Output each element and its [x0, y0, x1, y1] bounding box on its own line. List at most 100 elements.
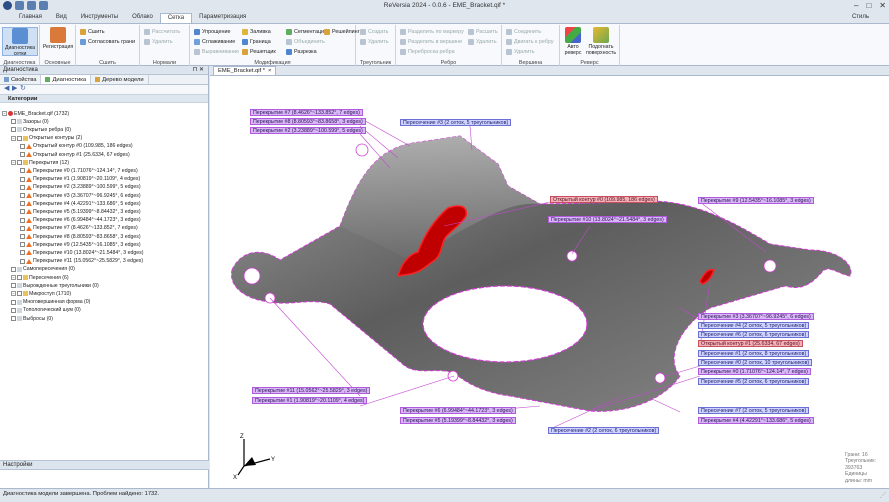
- tree-item[interactable]: − EME_Bracket.qif (1732): [2, 110, 69, 117]
- tree-item[interactable]: − Перекрытия (12): [11, 159, 69, 166]
- tab-cloud[interactable]: Облако: [125, 13, 160, 23]
- tree-checkbox[interactable]: [20, 209, 25, 215]
- style-dropdown[interactable]: Стиль: [852, 14, 869, 20]
- expand-toggle-icon[interactable]: −: [11, 160, 16, 166]
- tree-item[interactable]: Открытый контур #1 (25.6334, 67 edges): [20, 151, 130, 158]
- compute-normals-button[interactable]: Рассчитать: [144, 28, 180, 36]
- close-icon[interactable]: ✕: [879, 1, 886, 10]
- document-tab[interactable]: EME_Bracket.qif * ×: [213, 66, 277, 75]
- tree-checkbox[interactable]: [20, 217, 25, 223]
- tree-checkbox[interactable]: [17, 160, 22, 166]
- tree-item[interactable]: Зазоры (0): [11, 118, 49, 125]
- tree-checkbox[interactable]: [20, 201, 25, 207]
- label-overlap-1[interactable]: Перекрытие #1 (1.90819°~20.1109°, 4 edge…: [252, 397, 368, 404]
- tree-item[interactable]: Перекрытие #0 (1.71076°~124.14°, 7 edges…: [20, 167, 138, 174]
- tree-checkbox[interactable]: [20, 193, 25, 198]
- connect-button[interactable]: Соединить: [506, 28, 541, 36]
- tab-home[interactable]: Главная: [12, 13, 49, 23]
- label-intersection-2[interactable]: Пересечение #2 (2 сеток, 6 треугольников…: [548, 427, 660, 434]
- tree-item[interactable]: Перекрытие #8 (8.80593°~83.8658°, 3 edge…: [20, 233, 141, 240]
- auto-reverse-button[interactable]: Авто реверс: [562, 27, 584, 56]
- tree-checkbox[interactable]: [11, 299, 16, 305]
- label-overlap-2[interactable]: Перекрытие #2 (3.23889°~100.599°, 5 edge…: [250, 127, 366, 134]
- tree-item[interactable]: Открытые ребра (0): [11, 126, 71, 133]
- label-open-contour-0[interactable]: Открытый контур #0 (109.985, 186 edges): [550, 196, 658, 203]
- label-intersection-7[interactable]: Пересечение #7 (2 сеток, 5 треугольников…: [698, 407, 810, 414]
- tree-item[interactable]: − Микроступ (1710): [11, 290, 71, 297]
- tree-item[interactable]: Вырожденные треугольники (0): [11, 282, 99, 289]
- tree-item[interactable]: Перекрытие #10 (13.8024°~21.5484°, 3 edg…: [20, 249, 143, 256]
- tab-parametrization[interactable]: Параметризация: [192, 13, 253, 23]
- tab-diagnostics[interactable]: Диагностика: [41, 75, 92, 84]
- tab-tools[interactable]: Инструменты: [74, 13, 125, 23]
- label-open-contour-1[interactable]: Открытый контур #1 (25.6334, 67 edges): [698, 340, 803, 347]
- expand-toggle-icon[interactable]: −: [11, 135, 16, 141]
- tree-item[interactable]: − Пересечения (6): [11, 274, 69, 281]
- tree-checkbox[interactable]: [17, 275, 22, 280]
- delete-edge-button[interactable]: Удалить: [468, 38, 497, 46]
- tree-item[interactable]: Самопересечения (0): [11, 266, 75, 273]
- tree-checkbox[interactable]: [11, 307, 16, 313]
- tree-item[interactable]: Открытый контур #0 (109.985, 186 edges): [20, 143, 133, 150]
- label-overlap-4[interactable]: Перекрытие #4 (4.42291°~133.686°, 5 edge…: [698, 417, 814, 424]
- minimize-icon[interactable]: –: [854, 1, 858, 10]
- simplify-button[interactable]: Упрощение: [194, 28, 230, 36]
- 3d-viewport[interactable]: Перекрытие #7 (8.4626°~133.852°, 7 edges…: [210, 75, 889, 488]
- tree-item[interactable]: Перекрытие #2 (3.23889°~100.599°, 5 edge…: [20, 184, 141, 191]
- tree-item[interactable]: Перекрытие #7 (8.4626°~133.852°, 7 edges…: [20, 225, 138, 232]
- tree-checkbox[interactable]: [20, 184, 25, 190]
- tab-view[interactable]: Вид: [49, 13, 74, 23]
- label-overlap-6[interactable]: Перекрытие #6 (6.99484°~44.1723°, 3 edge…: [400, 407, 516, 414]
- tree-checkbox[interactable]: [11, 127, 16, 133]
- tab-model-tree[interactable]: Дерево модели: [91, 75, 149, 84]
- delete-normals-button[interactable]: Удалить: [144, 38, 173, 46]
- close-tab-icon[interactable]: ×: [268, 68, 271, 74]
- tree-checkbox[interactable]: [20, 242, 25, 248]
- tree-item[interactable]: Перекрытие #3 (3.36707°~96.9245°, 6 edge…: [20, 192, 141, 199]
- tree-item[interactable]: − Открытые контуры (2): [11, 135, 82, 142]
- tree-checkbox[interactable]: [11, 119, 16, 125]
- tree-item[interactable]: Перекрытие #4 (4.42291°~133.686°, 5 edge…: [20, 200, 141, 207]
- reshaping-button[interactable]: Решейпинг: [324, 28, 360, 36]
- tree-item[interactable]: Перекрытие #5 (5.19399°~8.84432°, 3 edge…: [20, 208, 141, 215]
- tree-checkbox[interactable]: [11, 316, 16, 321]
- tree-checkbox[interactable]: [20, 143, 25, 149]
- tab-mesh[interactable]: Сетка: [159, 13, 193, 23]
- tree-checkbox[interactable]: [20, 225, 25, 231]
- tree-checkbox[interactable]: [20, 258, 25, 264]
- sew-button[interactable]: Сшить: [80, 28, 105, 36]
- tree-checkbox[interactable]: [20, 234, 25, 239]
- label-overlap-5[interactable]: Перекрытие #5 (5.19399°~8.84432°, 3 edge…: [400, 417, 516, 424]
- label-intersection-0[interactable]: Пересечение #0 (2 сеток, 10 треугольнико…: [698, 359, 813, 366]
- label-overlap-9[interactable]: Перекрытие #9 (12.5435°~16.1085°, 3 edge…: [698, 197, 814, 204]
- tree-item[interactable]: Выбросы (0): [11, 315, 53, 322]
- label-intersection-5[interactable]: Пересечение #5 (2 сеток, 6 треугольников…: [698, 378, 810, 385]
- merge-button[interactable]: Объединить: [286, 38, 325, 46]
- tree-item[interactable]: Перекрытие #9 (12.5435°~16.1085°, 3 edge…: [20, 241, 141, 248]
- remesher-button[interactable]: Решетщик: [242, 48, 276, 56]
- tree-checkbox[interactable]: [11, 266, 16, 272]
- delete-vertex-button[interactable]: Удалить: [506, 48, 535, 56]
- registration-button[interactable]: Регистрация: [42, 27, 74, 50]
- label-intersection-3[interactable]: Пересечение #3 (2 сеток, 5 треугольников…: [400, 119, 512, 126]
- segmentation-button[interactable]: Сегментация: [286, 28, 327, 36]
- tree-checkbox[interactable]: [20, 152, 25, 157]
- boundary-button[interactable]: Граница: [242, 38, 271, 46]
- back-icon[interactable]: ◀: [4, 85, 10, 92]
- label-overlap-10[interactable]: Перекрытие #10 (13.8024°~21.5484°, 3 edg…: [548, 216, 667, 223]
- fit-surface-button[interactable]: Подогнать поверхность: [584, 27, 618, 56]
- move-to-edge-button[interactable]: Двигать к ребру: [506, 38, 554, 46]
- split-by-marker-button[interactable]: Разделить по маркеру: [400, 28, 464, 36]
- tree-checkbox[interactable]: [17, 135, 22, 141]
- label-overlap-8[interactable]: Перекрытие #8 (8.80593°~83.8658°, 3 edge…: [250, 118, 366, 125]
- resize-grip-icon[interactable]: ⋰: [880, 491, 886, 502]
- maximize-icon[interactable]: □: [866, 1, 871, 10]
- tree-checkbox[interactable]: [11, 283, 16, 289]
- fill-button[interactable]: Заливка: [242, 28, 271, 36]
- tree-checkbox[interactable]: [20, 168, 25, 174]
- expand-toggle-icon[interactable]: −: [11, 275, 16, 280]
- tree-item[interactable]: Многовершинная форма (0): [11, 299, 90, 306]
- align-button[interactable]: Выравнивание: [194, 48, 239, 56]
- label-intersection-6[interactable]: Пересечение #6 (2 сеток, 6 треугольников…: [698, 331, 810, 338]
- label-overlap-3[interactable]: Перекрытие #3 (3.36707°~96.9245°, 6 edge…: [698, 313, 814, 320]
